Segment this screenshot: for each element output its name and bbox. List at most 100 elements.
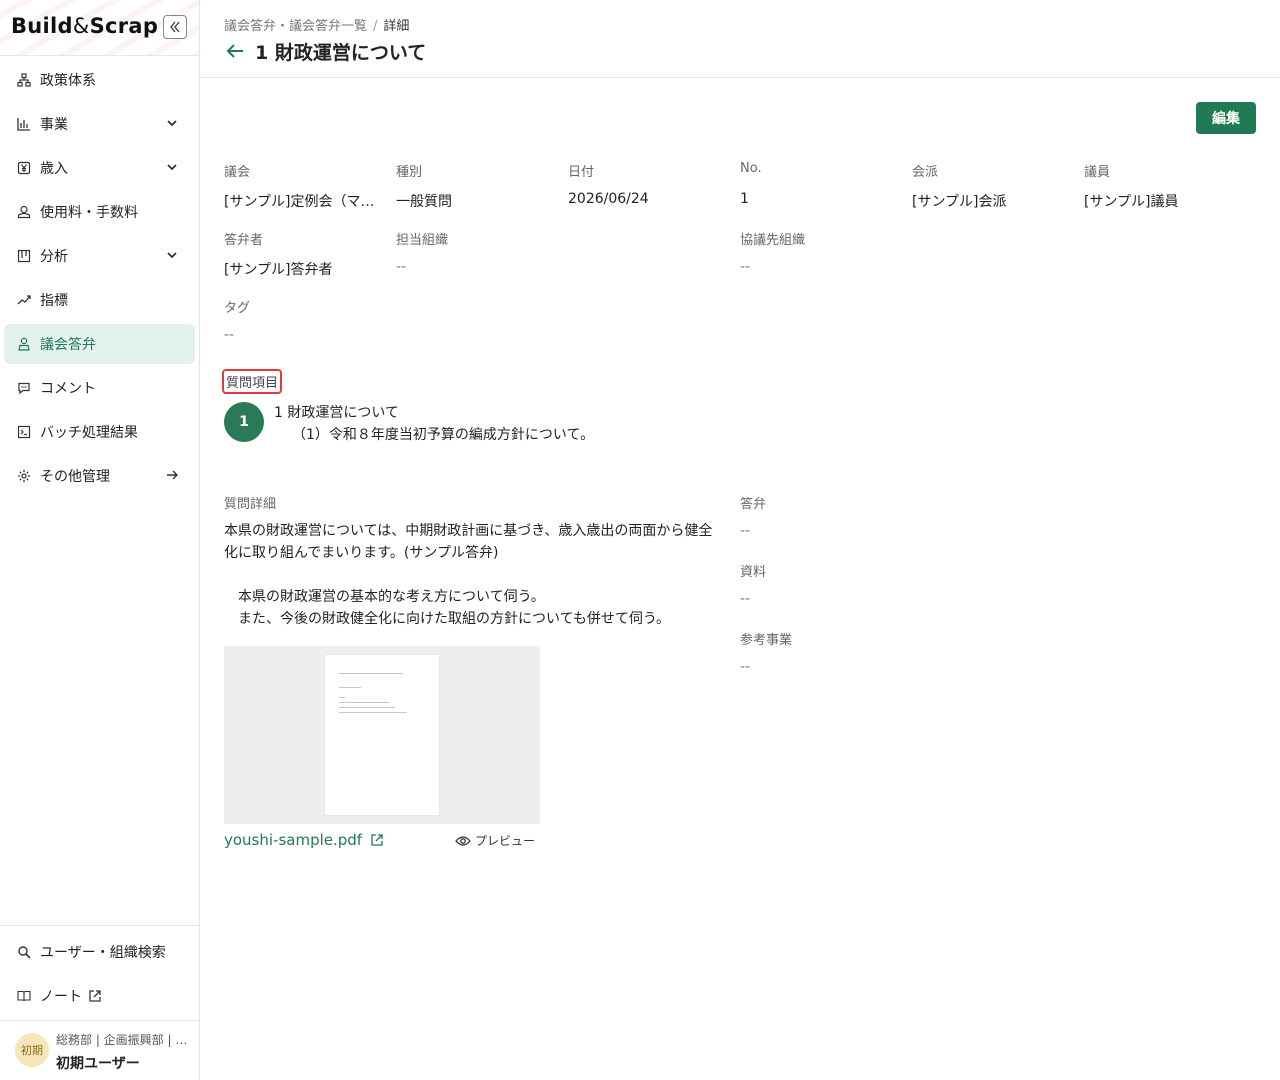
sidebar-item-fees[interactable]: 使用料・手数料 — [4, 192, 195, 232]
field-value-consult-org: -- — [740, 259, 751, 275]
sidebar-item-label: ユーザー・組織検索 — [40, 945, 166, 961]
trend-icon — [16, 292, 32, 308]
question-detail-paragraph-2: 本県の財政運営の基本的な考え方について伺う。 また、今後の財政健全化に向けた取組… — [224, 586, 718, 630]
page-title: 1 財政運営について — [255, 42, 427, 64]
user-profile[interactable]: 初期 総務部 | 企画振興部 | … 初期ユーザー — [0, 1020, 199, 1080]
field-label-member: 議員 — [1084, 165, 1111, 180]
sidebar-item-label: バッチ処理結果 — [40, 425, 138, 441]
field-value-respondent: [サンプル]答弁者 — [224, 262, 333, 278]
logo-text-build: Build — [11, 14, 73, 38]
field-label-faction: 会派 — [912, 165, 939, 180]
coins-icon — [16, 204, 32, 220]
bar-chart-icon — [16, 116, 32, 132]
avatar: 初期 — [15, 1033, 49, 1067]
question-item-subtitle: （1）令和８年度当初予算の編成方針について。 — [292, 427, 595, 443]
settings-icon — [16, 468, 32, 484]
sidebar-item-label: 指標 — [40, 293, 68, 309]
logo-text-scrap: Scrap — [89, 14, 159, 38]
detail-line: 化に取り組んでまいります。(サンプル答弁) — [224, 545, 499, 561]
attachment-filename: youshi-sample.pdf — [224, 831, 363, 849]
page-header: 議会答弁・議会答弁一覧 / 詳細 1 財政運営について — [200, 0, 1280, 78]
field-value-date: 2026/06/24 — [568, 191, 649, 207]
field-label-respondent: 答弁者 — [224, 233, 264, 248]
preview-button[interactable]: プレビュー — [455, 832, 535, 849]
detail-line: 本県の財政運営の基本的な考え方について伺う。 — [224, 589, 545, 605]
sidebar-item-label: コメント — [40, 381, 96, 397]
sidebar-item-projects[interactable]: 事業 — [4, 104, 195, 144]
sidebar-item-label: 事業 — [40, 117, 68, 133]
field-value-answer: -- — [740, 523, 751, 539]
sidebar-item-label: 政策体系 — [40, 73, 96, 89]
field-value-no: 1 — [740, 191, 749, 207]
arrow-right-icon — [167, 470, 178, 480]
field-value-type: 一般質問 — [396, 194, 452, 210]
question-items-label: 質問項目 — [222, 369, 283, 394]
field-label-date: 日付 — [568, 165, 595, 180]
user-organization: 総務部 | 企画振興部 | … — [56, 1033, 188, 1047]
sidebar-item-label: 議会答弁 — [40, 337, 96, 353]
sidebar-item-council-answers[interactable]: 議会答弁 — [4, 324, 195, 364]
sidebar-item-other-admin[interactable]: その他管理 — [4, 456, 195, 496]
hierarchy-icon — [16, 72, 32, 88]
field-label-type: 種別 — [396, 165, 423, 180]
field-label-council: 議会 — [224, 165, 251, 180]
question-detail-paragraph-1: 本県の財政運営については、中期財政計画に基づき、歳入歳出の両面から健全 化に取り… — [224, 520, 718, 564]
sidebar-item-policy[interactable]: 政策体系 — [4, 60, 195, 100]
field-label-materials: 資料 — [740, 565, 767, 580]
board-icon — [16, 248, 32, 264]
user-name: 初期ユーザー — [56, 1056, 140, 1072]
question-item-title: 1 財政運営について — [274, 405, 399, 421]
pdf-thumbnail[interactable] — [224, 646, 540, 824]
logo-text-amp: & — [72, 14, 90, 38]
sidebar: Build&Scrap 政策体系 事業 歳入 使用料・手数料 分析 指標 議会答… — [0, 0, 200, 1080]
field-value-reference-projects: -- — [740, 659, 751, 675]
double-chevron-left-icon — [170, 21, 180, 33]
sidebar-item-label: その他管理 — [40, 469, 110, 485]
field-label-no: No. — [740, 161, 762, 176]
yen-icon — [16, 160, 32, 176]
sidebar-item-batch-results[interactable]: バッチ処理結果 — [4, 412, 195, 452]
field-label-consult-org: 協議先組織 — [740, 233, 806, 248]
back-arrow-icon[interactable] — [224, 40, 246, 62]
book-icon — [16, 988, 32, 1004]
search-icon — [16, 944, 32, 960]
attachment-link[interactable]: youshi-sample.pdf — [224, 831, 384, 849]
field-value-tag: -- — [224, 327, 235, 343]
sidebar-item-label: 歳入 — [40, 161, 68, 177]
sidebar-nav: 政策体系 事業 歳入 使用料・手数料 分析 指標 議会答弁 コメント バッチ処理… — [0, 58, 199, 498]
sidebar-item-label: ノート — [40, 989, 82, 1005]
preview-label: プレビュー — [475, 834, 536, 848]
sidebar-item-comments[interactable]: コメント — [4, 368, 195, 408]
chevron-down-icon — [167, 120, 177, 127]
terminal-icon — [16, 424, 32, 440]
eye-icon — [455, 835, 471, 846]
field-value-faction: [サンプル]会派 — [912, 194, 1007, 210]
field-label-answer: 答弁 — [740, 497, 767, 512]
app-logo[interactable]: Build&Scrap — [11, 14, 158, 38]
sidebar-item-indicators[interactable]: 指標 — [4, 280, 195, 320]
sidebar-item-notes[interactable]: ノート — [4, 976, 195, 1016]
breadcrumb-parent-link[interactable]: 議会答弁・議会答弁一覧 — [224, 19, 367, 34]
sidebar-item-analysis[interactable]: 分析 — [4, 236, 195, 276]
external-link-icon — [89, 990, 101, 1002]
field-value-responsible-org: -- — [396, 259, 407, 275]
sidebar-item-label: 使用料・手数料 — [40, 205, 138, 221]
sidebar-bottom-nav: ユーザー・組織検索 ノート — [0, 925, 199, 1018]
pdf-page-preview — [325, 655, 439, 815]
breadcrumb: 議会答弁・議会答弁一覧 / 詳細 — [224, 15, 409, 34]
logo-bar: Build&Scrap — [0, 0, 199, 56]
comment-icon — [16, 380, 32, 396]
field-value-member: [サンプル]議員 — [1084, 194, 1179, 210]
breadcrumb-current: 詳細 — [383, 19, 410, 34]
detail-line: また、今後の財政健全化に向けた取組の方針についても併せて伺う。 — [224, 611, 671, 627]
field-value-materials: -- — [740, 591, 751, 607]
sidebar-item-revenue[interactable]: 歳入 — [4, 148, 195, 188]
sidebar-item-user-search[interactable]: ユーザー・組織検索 — [4, 932, 195, 972]
detail-line: 本県の財政運営については、中期財政計画に基づき、歳入歳出の両面から健全 — [224, 523, 713, 539]
question-number-badge: 1 — [224, 402, 264, 442]
field-label-responsible-org: 担当組織 — [396, 233, 449, 248]
field-label-tag: タグ — [224, 301, 251, 316]
edit-button[interactable]: 編集 — [1196, 102, 1256, 134]
field-label-question-detail: 質問詳細 — [224, 497, 277, 512]
collapse-sidebar-button[interactable] — [163, 15, 187, 39]
